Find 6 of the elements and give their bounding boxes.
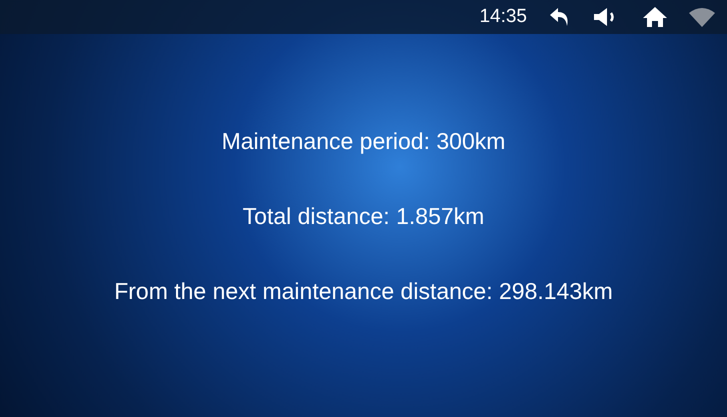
home-icon[interactable] — [643, 7, 667, 27]
clock-time: 14:35 — [479, 4, 527, 29]
wifi-icon — [689, 7, 715, 27]
info-text: Total distance: 1.857km — [242, 202, 484, 231]
info-text: Maintenance period: 300km — [222, 127, 506, 156]
info-text: From the next maintenance distance: 298.143km — [114, 277, 613, 306]
